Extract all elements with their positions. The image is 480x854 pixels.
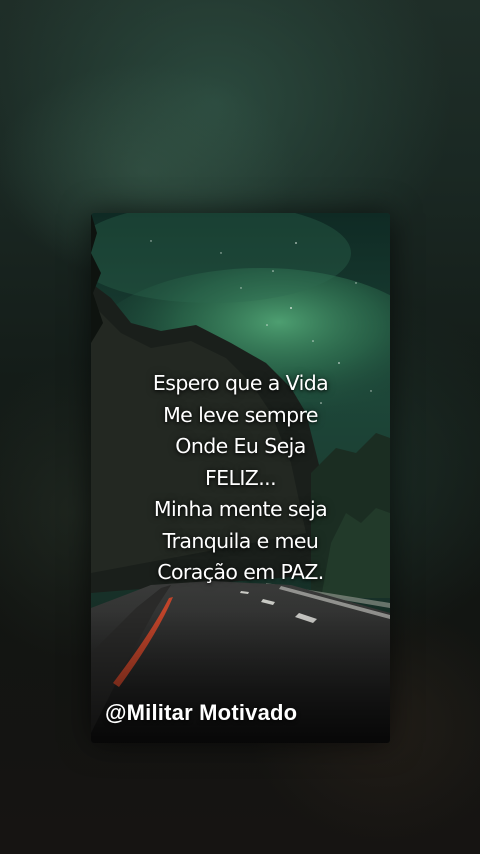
quote-line: Coração em PAZ.	[157, 560, 324, 584]
quote-line: Onde Eu Seja	[175, 434, 306, 458]
quote-line: Espero que a Vida	[152, 371, 329, 395]
author-watermark: @Militar Motivado	[105, 700, 298, 725]
quote-line: Minha mente seja	[153, 497, 328, 521]
motivational-quote: Espero que a Vida Me leve sempre Onde Eu…	[91, 368, 390, 589]
quote-line: Me leve sempre	[163, 402, 318, 427]
quote-line: Tranquila e meu	[162, 528, 319, 553]
scenic-photo-card: Espero que a Vida Me leve sempre Onde Eu…	[91, 213, 390, 743]
background-blurred: Espero que a Vida Me leve sempre Onde Eu…	[0, 0, 480, 854]
quote-line: FELIZ...	[204, 465, 277, 490]
